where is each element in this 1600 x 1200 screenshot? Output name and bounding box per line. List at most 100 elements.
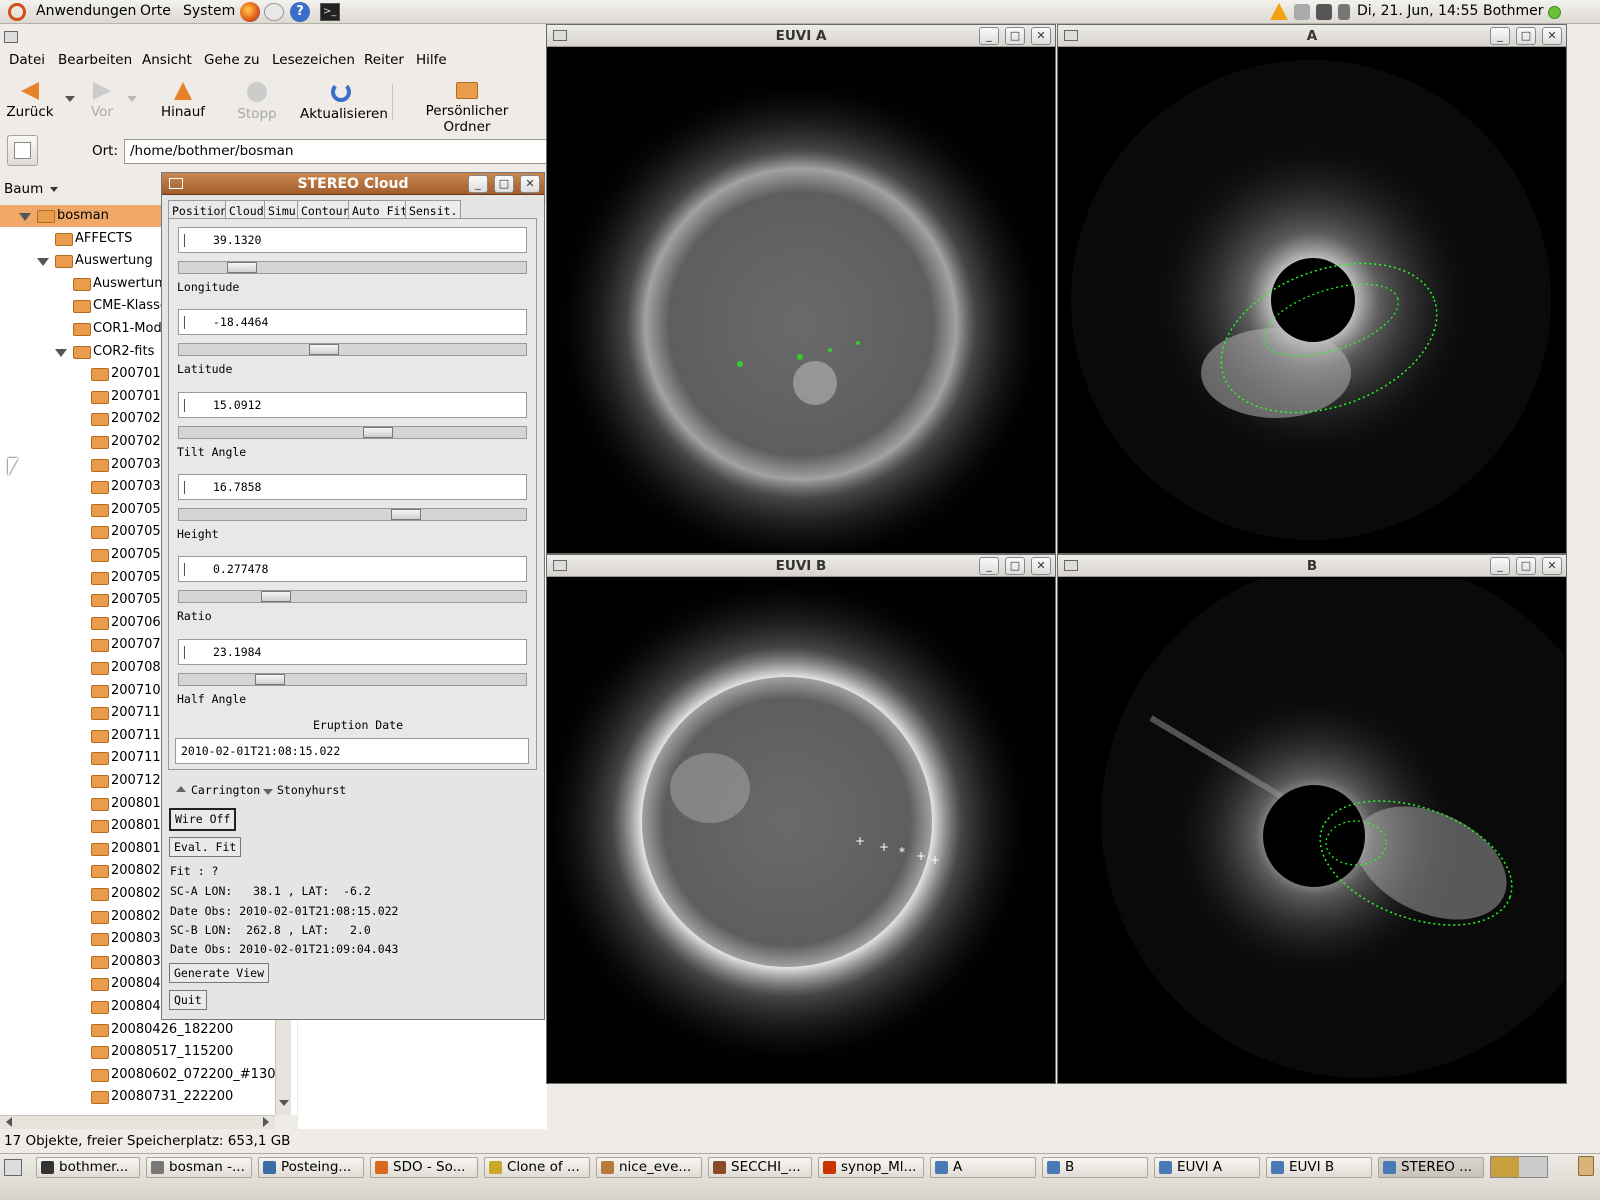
tab-position[interactable]: Position [168, 200, 232, 220]
menu-gehe-zu[interactable]: Gehe zu [204, 52, 260, 68]
trash-icon[interactable] [1578, 1156, 1594, 1176]
radio-carrington-label[interactable]: Carrington [191, 783, 260, 797]
taskbar-button[interactable]: B [1042, 1157, 1148, 1178]
param-input-half-angle[interactable]: 23.1984 [178, 638, 527, 665]
maximize-icon[interactable]: □ [1516, 557, 1536, 575]
minimize-icon[interactable]: _ [1490, 557, 1510, 575]
taskbar-button[interactable]: Clone of ... [484, 1157, 590, 1178]
radio-carrington-icon[interactable] [176, 786, 186, 792]
show-desktop-icon[interactable] [4, 1159, 22, 1176]
param-input-ratio[interactable]: 0.277478 [178, 556, 527, 583]
minimize-icon[interactable]: _ [979, 557, 999, 575]
tab-auto-fit[interactable]: Auto Fit [348, 200, 412, 220]
taskbar-button[interactable]: bothmer... [36, 1157, 140, 1178]
slider-handle[interactable] [391, 508, 422, 520]
tree-item[interactable]: 20080426_182200 [0, 1019, 297, 1041]
tree-item[interactable]: 20080517_115200 [0, 1041, 297, 1063]
taskbar-button[interactable]: A [930, 1157, 1036, 1178]
taskbar-button[interactable]: synop_Ml... [818, 1157, 924, 1178]
expander-down-icon[interactable] [37, 258, 49, 267]
back-dropdown-icon[interactable] [65, 96, 75, 102]
window-titlebar[interactable]: EUVI A _ □ ✕ [547, 25, 1055, 47]
stop-button[interactable]: Stopp [236, 82, 278, 122]
eval-fit-button[interactable]: Eval. Fit [169, 837, 242, 857]
menu-ansicht[interactable]: Ansicht [142, 52, 192, 68]
close-icon[interactable]: ✕ [1031, 27, 1051, 45]
help-icon[interactable]: ? [290, 2, 310, 22]
param-slider[interactable] [178, 672, 527, 686]
display-icon[interactable] [1316, 4, 1332, 20]
close-icon[interactable]: ✕ [1542, 557, 1562, 575]
slider-handle[interactable] [226, 262, 257, 273]
menu-bearbeiten[interactable]: Bearbeiten [58, 52, 132, 68]
network-icon[interactable] [1294, 4, 1310, 20]
taskbar-button[interactable]: STEREO ... [1378, 1157, 1484, 1178]
radio-stonyhurst-icon[interactable] [263, 789, 273, 795]
warning-icon[interactable] [1270, 3, 1288, 20]
taskbar-button[interactable]: nice_eve... [596, 1157, 702, 1178]
mail-icon[interactable] [264, 3, 284, 21]
menu-reiter[interactable]: Reiter [364, 52, 404, 68]
radio-stonyhurst-label[interactable]: Stonyhurst [277, 783, 346, 797]
taskbar-button[interactable]: SDO - So... [370, 1157, 478, 1178]
param-slider[interactable] [178, 261, 527, 274]
forward-dropdown-icon[interactable] [127, 96, 137, 102]
sidepane-selector[interactable]: Baum [4, 178, 60, 200]
window-titlebar[interactable]: B _ □ ✕ [1058, 555, 1566, 577]
menu-system[interactable]: System [183, 3, 235, 19]
taskbar-button[interactable]: EUVI A [1154, 1157, 1260, 1178]
dialog-titlebar[interactable]: STEREO Cloud _ □ ✕ [162, 173, 544, 195]
minimize-icon[interactable]: _ [468, 175, 488, 193]
workspace-switcher[interactable] [1490, 1156, 1548, 1178]
clock[interactable]: Di, 21. Jun, 14:55 [1357, 3, 1478, 19]
taskbar-button[interactable]: EUVI B [1266, 1157, 1372, 1178]
reload-button[interactable]: Aktualisieren [300, 82, 388, 122]
tree-scrollbar-horizontal[interactable] [0, 1115, 275, 1129]
slider-handle[interactable] [362, 426, 393, 438]
expander-down-icon[interactable] [19, 213, 31, 221]
param-input-tilt-angle[interactable]: 15.0912 [178, 391, 527, 418]
close-icon[interactable]: ✕ [1542, 27, 1562, 45]
ubuntu-logo-icon[interactable] [8, 3, 26, 21]
tab-sensit[interactable]: Sensit. [405, 200, 462, 220]
param-input-latitude[interactable]: -18.4464 [178, 309, 527, 336]
window-titlebar[interactable]: EUVI B _ □ ✕ [547, 555, 1055, 577]
tab-simu[interactable]: Simu [264, 200, 300, 220]
slider-handle[interactable] [261, 591, 292, 603]
back-button[interactable]: Zurück [6, 82, 54, 120]
menu-hilfe[interactable]: Hilfe [416, 52, 447, 68]
slider-handle[interactable] [308, 344, 339, 356]
param-input-longitude[interactable]: 39.1320 [178, 227, 527, 253]
menu-lesezeichen[interactable]: Lesezeichen [272, 52, 355, 68]
window-euvi-b[interactable]: EUVI B _ □ ✕ + + * + + [546, 554, 1056, 1084]
tree-item[interactable]: 20080731_222200 [0, 1086, 297, 1108]
generate-view-button[interactable]: Generate View [169, 963, 270, 983]
user-name[interactable]: Bothmer [1483, 3, 1544, 19]
close-icon[interactable]: ✕ [1031, 557, 1051, 575]
taskbar-button[interactable]: SECCHI_... [708, 1157, 812, 1178]
up-button[interactable]: Hinauf [160, 82, 206, 120]
param-slider[interactable] [178, 590, 527, 604]
tree-item[interactable]: 20080602_072200_#130 [0, 1064, 297, 1086]
minimize-icon[interactable]: _ [1490, 27, 1510, 45]
eruption-date-input[interactable]: 2010-02-01T21:08:15.022 [175, 738, 529, 764]
param-slider[interactable] [178, 343, 527, 357]
quit-button[interactable]: Quit [169, 990, 207, 1010]
menu-datei[interactable]: Datei [9, 52, 45, 68]
terminal-icon[interactable]: >_ [320, 3, 340, 21]
wire-off-button[interactable]: Wire Off [169, 808, 237, 831]
param-input-height[interactable]: 16.7858 [178, 473, 527, 500]
taskbar-button[interactable]: Posteing... [258, 1157, 364, 1178]
scroll-left-icon[interactable] [6, 1117, 12, 1127]
minimize-icon[interactable]: _ [979, 27, 999, 45]
param-slider[interactable] [178, 425, 527, 439]
maximize-icon[interactable]: □ [494, 175, 514, 193]
window-euvi-a[interactable]: EUVI A _ □ ✕ [546, 24, 1056, 554]
taskbar-button[interactable]: bosman -... [146, 1157, 252, 1178]
location-input[interactable]: /home/bothmer/bosman [124, 139, 554, 164]
maximize-icon[interactable]: □ [1516, 27, 1536, 45]
user-status-icon[interactable] [1548, 6, 1561, 19]
forward-button[interactable]: Vor [86, 82, 118, 120]
param-slider[interactable] [178, 507, 527, 521]
tab-contour[interactable]: Contour [297, 200, 354, 220]
